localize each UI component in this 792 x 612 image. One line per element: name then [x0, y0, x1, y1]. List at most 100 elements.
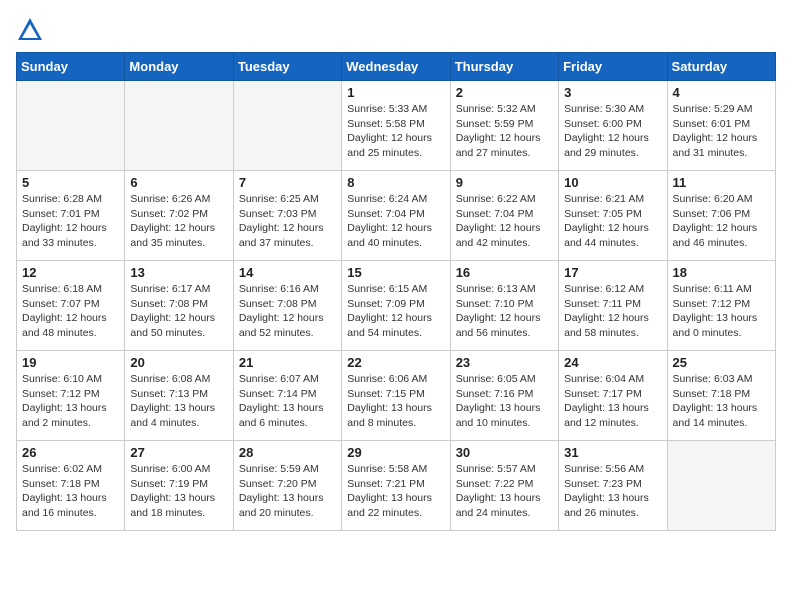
day-number: 30 [456, 445, 553, 460]
calendar-cell: 25 Sunrise: 6:03 AM Sunset: 7:18 PM Dayli… [667, 351, 775, 441]
day-number: 13 [130, 265, 227, 280]
day-info: Sunrise: 6:07 AM Sunset: 7:14 PM Dayligh… [239, 372, 336, 431]
day-info: Sunrise: 6:17 AM Sunset: 7:08 PM Dayligh… [130, 282, 227, 341]
calendar-cell: 13 Sunrise: 6:17 AM Sunset: 7:08 PM Dayli… [125, 261, 233, 351]
header-day-tuesday: Tuesday [233, 53, 341, 81]
calendar-week-row: 12 Sunrise: 6:18 AM Sunset: 7:07 PM Dayli… [17, 261, 776, 351]
day-number: 27 [130, 445, 227, 460]
calendar-cell [667, 441, 775, 531]
calendar-cell: 5 Sunrise: 6:28 AM Sunset: 7:01 PM Daylig… [17, 171, 125, 261]
calendar-cell: 11 Sunrise: 6:20 AM Sunset: 7:06 PM Dayli… [667, 171, 775, 261]
day-info: Sunrise: 6:18 AM Sunset: 7:07 PM Dayligh… [22, 282, 119, 341]
day-number: 21 [239, 355, 336, 370]
day-info: Sunrise: 6:10 AM Sunset: 7:12 PM Dayligh… [22, 372, 119, 431]
day-number: 15 [347, 265, 444, 280]
calendar-cell: 17 Sunrise: 6:12 AM Sunset: 7:11 PM Dayli… [559, 261, 667, 351]
day-number: 7 [239, 175, 336, 190]
day-info: Sunrise: 6:00 AM Sunset: 7:19 PM Dayligh… [130, 462, 227, 521]
day-number: 17 [564, 265, 661, 280]
day-number: 3 [564, 85, 661, 100]
day-number: 23 [456, 355, 553, 370]
calendar-cell [233, 81, 341, 171]
header-day-monday: Monday [125, 53, 233, 81]
day-info: Sunrise: 6:16 AM Sunset: 7:08 PM Dayligh… [239, 282, 336, 341]
calendar-cell: 8 Sunrise: 6:24 AM Sunset: 7:04 PM Daylig… [342, 171, 450, 261]
calendar-cell: 29 Sunrise: 5:58 AM Sunset: 7:21 PM Dayli… [342, 441, 450, 531]
calendar-week-row: 19 Sunrise: 6:10 AM Sunset: 7:12 PM Dayli… [17, 351, 776, 441]
day-info: Sunrise: 5:59 AM Sunset: 7:20 PM Dayligh… [239, 462, 336, 521]
day-number: 16 [456, 265, 553, 280]
day-info: Sunrise: 6:24 AM Sunset: 7:04 PM Dayligh… [347, 192, 444, 251]
day-number: 5 [22, 175, 119, 190]
calendar-cell: 7 Sunrise: 6:25 AM Sunset: 7:03 PM Daylig… [233, 171, 341, 261]
calendar-cell: 18 Sunrise: 6:11 AM Sunset: 7:12 PM Dayli… [667, 261, 775, 351]
calendar-table: SundayMondayTuesdayWednesdayThursdayFrid… [16, 52, 776, 531]
day-number: 29 [347, 445, 444, 460]
day-info: Sunrise: 5:56 AM Sunset: 7:23 PM Dayligh… [564, 462, 661, 521]
day-number: 11 [673, 175, 770, 190]
day-info: Sunrise: 6:05 AM Sunset: 7:16 PM Dayligh… [456, 372, 553, 431]
calendar-cell: 15 Sunrise: 6:15 AM Sunset: 7:09 PM Dayli… [342, 261, 450, 351]
day-info: Sunrise: 6:08 AM Sunset: 7:13 PM Dayligh… [130, 372, 227, 431]
day-info: Sunrise: 6:12 AM Sunset: 7:11 PM Dayligh… [564, 282, 661, 341]
day-info: Sunrise: 5:30 AM Sunset: 6:00 PM Dayligh… [564, 102, 661, 161]
day-info: Sunrise: 5:29 AM Sunset: 6:01 PM Dayligh… [673, 102, 770, 161]
day-info: Sunrise: 6:26 AM Sunset: 7:02 PM Dayligh… [130, 192, 227, 251]
calendar-cell: 12 Sunrise: 6:18 AM Sunset: 7:07 PM Dayli… [17, 261, 125, 351]
day-info: Sunrise: 5:32 AM Sunset: 5:59 PM Dayligh… [456, 102, 553, 161]
calendar-cell: 21 Sunrise: 6:07 AM Sunset: 7:14 PM Dayli… [233, 351, 341, 441]
calendar-cell: 30Sunrise: 5:57 AM Sunset: 7:22 PM Dayli… [450, 441, 558, 531]
calendar-cell: 10 Sunrise: 6:21 AM Sunset: 7:05 PM Dayli… [559, 171, 667, 261]
day-number: 9 [456, 175, 553, 190]
day-info: Sunrise: 6:11 AM Sunset: 7:12 PM Dayligh… [673, 282, 770, 341]
day-info: Sunrise: 6:15 AM Sunset: 7:09 PM Dayligh… [347, 282, 444, 341]
calendar-cell: 6 Sunrise: 6:26 AM Sunset: 7:02 PM Daylig… [125, 171, 233, 261]
header-day-friday: Friday [559, 53, 667, 81]
calendar-cell: 26Sunrise: 6:02 AM Sunset: 7:18 PM Dayli… [17, 441, 125, 531]
day-number: 4 [673, 85, 770, 100]
calendar-cell: 28Sunrise: 5:59 AM Sunset: 7:20 PM Dayli… [233, 441, 341, 531]
calendar-header-row: SundayMondayTuesdayWednesdayThursdayFrid… [17, 53, 776, 81]
calendar-week-row: 1 Sunrise: 5:33 AM Sunset: 5:58 PM Daylig… [17, 81, 776, 171]
day-info: Sunrise: 5:58 AM Sunset: 7:21 PM Dayligh… [347, 462, 444, 521]
day-info: Sunrise: 6:21 AM Sunset: 7:05 PM Dayligh… [564, 192, 661, 251]
calendar-cell [17, 81, 125, 171]
day-number: 26 [22, 445, 119, 460]
day-info: Sunrise: 6:04 AM Sunset: 7:17 PM Dayligh… [564, 372, 661, 431]
header-day-sunday: Sunday [17, 53, 125, 81]
calendar-cell: 22Sunrise: 6:06 AM Sunset: 7:15 PM Dayli… [342, 351, 450, 441]
day-number: 8 [347, 175, 444, 190]
calendar-cell: 16 Sunrise: 6:13 AM Sunset: 7:10 PM Dayli… [450, 261, 558, 351]
day-info: Sunrise: 5:33 AM Sunset: 5:58 PM Dayligh… [347, 102, 444, 161]
calendar-week-row: 26Sunrise: 6:02 AM Sunset: 7:18 PM Dayli… [17, 441, 776, 531]
calendar-cell: 24Sunrise: 6:04 AM Sunset: 7:17 PM Dayli… [559, 351, 667, 441]
calendar-cell: 31 Sunrise: 5:56 AM Sunset: 7:23 PM Dayli… [559, 441, 667, 531]
day-info: Sunrise: 6:22 AM Sunset: 7:04 PM Dayligh… [456, 192, 553, 251]
calendar-cell [125, 81, 233, 171]
day-number: 25 [673, 355, 770, 370]
day-info: Sunrise: 6:28 AM Sunset: 7:01 PM Dayligh… [22, 192, 119, 251]
calendar-cell: 9 Sunrise: 6:22 AM Sunset: 7:04 PM Daylig… [450, 171, 558, 261]
day-info: Sunrise: 6:03 AM Sunset: 7:18 PM Dayligh… [673, 372, 770, 431]
calendar-week-row: 5 Sunrise: 6:28 AM Sunset: 7:01 PM Daylig… [17, 171, 776, 261]
day-number: 1 [347, 85, 444, 100]
page-header [16, 16, 776, 44]
day-number: 20 [130, 355, 227, 370]
calendar-cell: 19 Sunrise: 6:10 AM Sunset: 7:12 PM Dayli… [17, 351, 125, 441]
day-number: 18 [673, 265, 770, 280]
calendar-cell: 1 Sunrise: 5:33 AM Sunset: 5:58 PM Daylig… [342, 81, 450, 171]
day-number: 6 [130, 175, 227, 190]
day-info: Sunrise: 6:25 AM Sunset: 7:03 PM Dayligh… [239, 192, 336, 251]
day-info: Sunrise: 6:06 AM Sunset: 7:15 PM Dayligh… [347, 372, 444, 431]
calendar-cell: 14Sunrise: 6:16 AM Sunset: 7:08 PM Dayli… [233, 261, 341, 351]
day-number: 2 [456, 85, 553, 100]
calendar-cell: 20 Sunrise: 6:08 AM Sunset: 7:13 PM Dayli… [125, 351, 233, 441]
day-number: 10 [564, 175, 661, 190]
day-info: Sunrise: 6:20 AM Sunset: 7:06 PM Dayligh… [673, 192, 770, 251]
calendar-cell: 27 Sunrise: 6:00 AM Sunset: 7:19 PM Dayli… [125, 441, 233, 531]
day-info: Sunrise: 6:13 AM Sunset: 7:10 PM Dayligh… [456, 282, 553, 341]
day-number: 19 [22, 355, 119, 370]
logo-icon [16, 16, 44, 44]
day-number: 12 [22, 265, 119, 280]
day-number: 31 [564, 445, 661, 460]
